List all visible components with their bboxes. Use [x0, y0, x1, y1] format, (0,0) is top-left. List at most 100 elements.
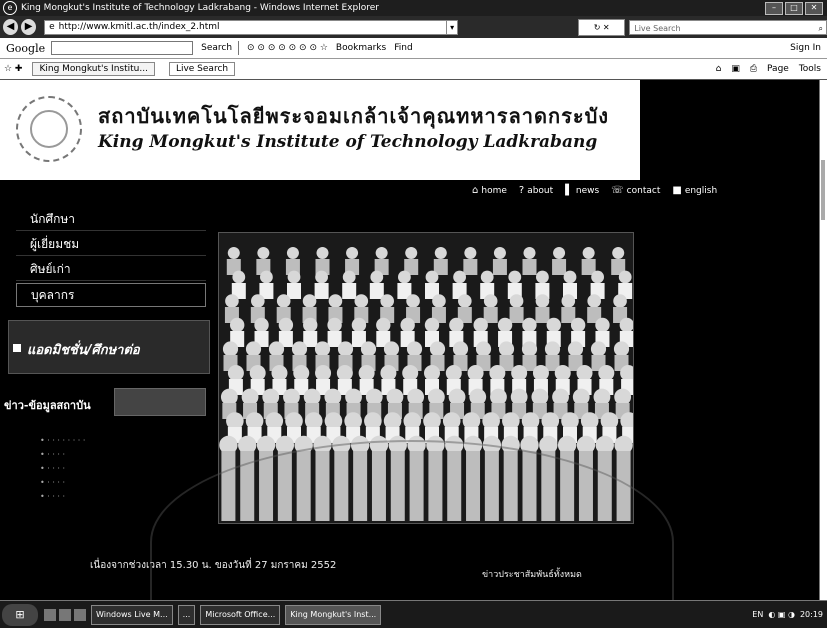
photo-figure — [245, 341, 262, 357]
photo-figure — [567, 341, 584, 357]
photo-figure — [618, 270, 632, 284]
page-icon: e — [49, 21, 55, 32]
menu-students[interactable]: นักศึกษา — [16, 208, 206, 231]
refresh-stop-buttons[interactable]: ↻ ✕ — [578, 18, 626, 36]
photo-figure — [508, 270, 522, 284]
photo-figure — [590, 341, 607, 357]
taskbar-item[interactable]: Windows Live M... — [91, 604, 173, 625]
photo-figure — [400, 317, 415, 333]
photo-figure — [463, 259, 478, 275]
photo-figure — [598, 365, 615, 381]
photo-figure — [276, 294, 291, 308]
photo-figure — [511, 365, 528, 381]
photo-figure — [452, 341, 469, 357]
google-search-button[interactable]: Search — [201, 43, 232, 53]
photo-figure — [345, 388, 362, 406]
photo-figure — [375, 247, 388, 259]
address-url: http://www.kmitl.ac.th/index_2.html — [58, 21, 220, 32]
photo-figure — [522, 317, 537, 333]
tools-menu[interactable]: Tools — [799, 64, 821, 74]
language-indicator[interactable]: EN — [752, 610, 763, 619]
photo-figure — [386, 388, 404, 406]
photo-figure — [521, 341, 538, 357]
search-icon[interactable]: ⌕ — [819, 21, 823, 34]
photo-figure — [360, 341, 377, 357]
news-label: ข่าว-ข้อมูลสถาบัน — [4, 399, 91, 412]
news-link[interactable]: • · · · · — [40, 490, 85, 504]
close-button[interactable]: ✕ — [805, 1, 823, 15]
news-link[interactable]: • · · · · — [40, 476, 85, 490]
maximize-button[interactable]: □ — [785, 1, 803, 15]
tray-icons[interactable]: ◐ ▣ ◑ — [768, 610, 795, 619]
announcement-text[interactable]: เนื่องจากช่วงเวลา 15.30 น. ของวันที่ 27 … — [90, 558, 336, 573]
photo-figure — [531, 388, 549, 406]
taskbar-item[interactable]: Microsoft Office... — [200, 604, 281, 625]
photo-figure — [222, 341, 239, 357]
photo-figure — [257, 247, 270, 259]
quick-launch-icon[interactable] — [59, 608, 71, 621]
quick-launch-icon[interactable] — [74, 608, 86, 621]
sign-in-link[interactable]: Sign In — [790, 43, 821, 53]
bookmarks-button[interactable]: Bookmarks — [336, 43, 386, 53]
photo-figure — [406, 294, 420, 308]
photo-figure — [315, 270, 328, 284]
university-seal-logo[interactable] — [16, 96, 82, 162]
taskbar-item-active[interactable]: King Mongkut's Inst... — [285, 604, 382, 625]
forward-button[interactable]: ▶ — [21, 19, 37, 35]
bullet-icon — [13, 344, 21, 352]
site-title-english: King Mongkut's Institute of Technology L… — [98, 132, 598, 152]
quick-launch-icon[interactable] — [44, 608, 56, 621]
photo-figure — [552, 259, 567, 275]
photo-figure — [405, 247, 418, 259]
menu-staff[interactable]: บุคลากร — [16, 283, 206, 307]
back-button[interactable]: ◀ — [3, 19, 19, 35]
nav-home[interactable]: ⌂ home — [472, 185, 507, 196]
toolbar-divider — [238, 41, 240, 55]
photo-figure — [492, 259, 507, 275]
address-input[interactable]: e http://www.kmitl.ac.th/index_2.html ▾ — [44, 19, 459, 35]
news-section-header[interactable]: ข่าว-ข้อมูลสถาบัน — [4, 388, 206, 418]
photo-figure — [572, 388, 590, 406]
photo-figure — [469, 388, 487, 406]
print-button[interactable]: ⎙ — [750, 64, 757, 74]
page-menu[interactable]: Page — [767, 64, 789, 74]
nav-about[interactable]: ? about — [519, 185, 553, 196]
photo-figure — [536, 270, 549, 284]
taskbar-item[interactable]: ... — [177, 604, 196, 625]
google-search-input[interactable] — [51, 41, 194, 55]
photo-figure — [561, 294, 576, 308]
left-menu: นักศึกษา ผู้เยี่ยมชม ศิษย์เก่า บุคลากร — [16, 208, 206, 309]
photo-figure — [324, 388, 342, 406]
news-link[interactable]: • · · · · — [40, 448, 85, 462]
menu-alumni[interactable]: ศิษย์เก่า — [16, 258, 206, 281]
all-news-link[interactable]: ข่าวประชาสัมพันธ์ทั้งหมด — [482, 567, 582, 581]
minimize-button[interactable]: – — [765, 1, 783, 15]
tab-kmitl[interactable]: King Mongkut's Institu... — [32, 62, 155, 76]
photo-figure — [316, 247, 329, 259]
nav-contact[interactable]: ☏ contact — [611, 185, 660, 196]
vertical-scrollbar[interactable] — [819, 80, 827, 600]
photo-figure — [424, 317, 440, 333]
photo-figure — [328, 294, 343, 308]
favorites-star-icon[interactable]: ☆ ✚ — [4, 64, 22, 74]
site-title-thai: สถาบันเทคโนโลยีพระจอมเกล้าเจ้าคุณทหารลาด… — [98, 104, 610, 128]
tab-live-search[interactable]: Live Search — [168, 62, 236, 76]
home-button[interactable]: ⌂ — [716, 64, 722, 74]
news-link[interactable]: • · · · · — [40, 462, 85, 476]
nav-english[interactable]: ■ english — [672, 185, 717, 196]
feeds-button[interactable]: ▣ — [731, 64, 740, 74]
photo-figure — [425, 270, 439, 284]
nav-news[interactable]: ▌ news — [565, 185, 599, 196]
find-button[interactable]: Find — [394, 43, 412, 53]
news-link[interactable]: • · · · · · · · · — [40, 434, 85, 448]
start-button[interactable]: ⊞ — [2, 603, 38, 626]
live-search-input[interactable]: Live Search ⌕ — [629, 19, 827, 35]
photo-figure — [591, 270, 604, 284]
scrollbar-thumb[interactable] — [821, 160, 825, 220]
menu-visitors[interactable]: ผู้เยี่ยมชม — [16, 233, 206, 256]
toolbar-buttons[interactable]: ⊙ ⊙ ⊙ ⊙ ⊙ ⊙ ⊙ ☆ — [247, 43, 328, 53]
admission-banner[interactable]: แอดมิชชั่น/ศึกษาต่อ — [8, 320, 210, 374]
quick-launch — [44, 608, 86, 621]
address-dropdown-icon[interactable]: ▾ — [446, 19, 457, 35]
photo-figure — [376, 317, 391, 333]
